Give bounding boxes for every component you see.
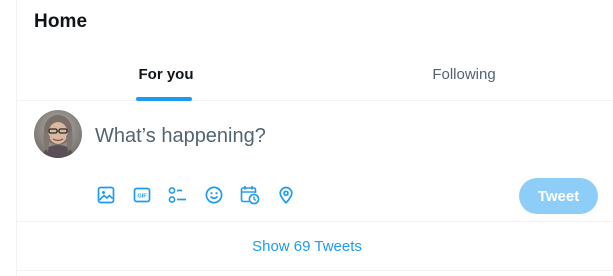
tab-for-you-label: For you (138, 66, 194, 83)
tab-following[interactable]: Following (315, 48, 613, 101)
location-button[interactable] (276, 185, 296, 205)
tab-for-you[interactable]: For you (17, 48, 315, 101)
page-title: Home (34, 11, 88, 32)
gif-badge-text: GIF (137, 194, 147, 200)
compose-input[interactable] (95, 125, 535, 148)
show-new-tweets-button[interactable]: Show 69 Tweets (17, 222, 613, 271)
tweet-composer: GIF (17, 101, 613, 222)
image-button[interactable] (96, 185, 116, 205)
gif-button[interactable]: GIF (132, 185, 152, 205)
home-header: Home For you Following (17, 0, 613, 101)
image-icon (97, 186, 115, 204)
avatar-image (34, 110, 82, 158)
tab-following-label: Following (432, 66, 496, 83)
tweet-button[interactable]: Tweet (519, 178, 598, 214)
timeline-column: Home For you Following What’s happening?… (16, 0, 613, 276)
location-icon (279, 186, 293, 204)
schedule-icon (240, 186, 260, 205)
show-new-tweets-label: Show 69 Tweets (252, 237, 362, 255)
avatar[interactable] (34, 110, 82, 158)
gif-icon: GIF (133, 187, 151, 203)
emoji-icon (205, 186, 223, 204)
emoji-button[interactable] (204, 185, 224, 205)
poll-button[interactable] (168, 185, 188, 205)
poll-icon (168, 187, 186, 203)
schedule-button[interactable] (240, 185, 260, 205)
